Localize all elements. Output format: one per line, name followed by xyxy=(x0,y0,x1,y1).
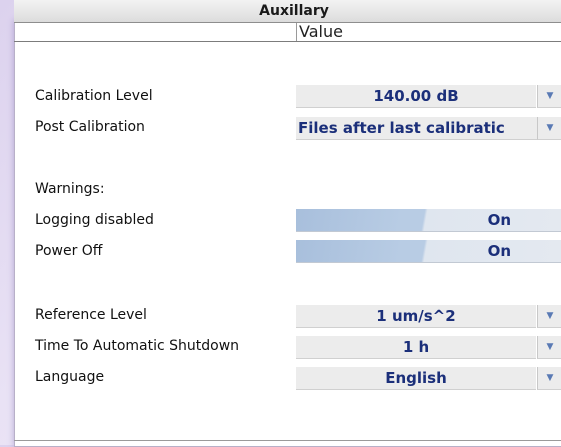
power-off-label: Power Off xyxy=(35,243,103,259)
chevron-down-icon[interactable]: ▼ xyxy=(537,85,561,108)
logging-disabled-label: Logging disabled xyxy=(35,212,154,228)
calibration-level-select[interactable]: 140.00 dB xyxy=(296,85,536,108)
chevron-down-icon[interactable]: ▼ xyxy=(537,336,561,359)
language-select[interactable]: English xyxy=(296,367,536,390)
reference-level-select[interactable]: 1 um/s^2 xyxy=(296,305,536,328)
chevron-down-icon[interactable]: ▼ xyxy=(537,367,561,390)
panel-bottom-border xyxy=(14,440,561,441)
panel-title: Auxillary xyxy=(14,0,561,23)
logging-disabled-toggle[interactable]: On xyxy=(296,209,561,232)
post-calibration-label: Post Calibration xyxy=(35,119,145,135)
time-to-shutdown-label: Time To Automatic Shutdown xyxy=(35,338,240,354)
chevron-down-icon[interactable]: ▼ xyxy=(537,117,561,140)
post-calibration-select[interactable]: Files after last calibratic xyxy=(296,117,538,140)
time-to-shutdown-select[interactable]: 1 h xyxy=(296,336,536,359)
reference-level-label: Reference Level xyxy=(35,307,147,323)
power-off-value: On xyxy=(487,242,511,260)
language-label: Language xyxy=(35,369,105,385)
calibration-level-label: Calibration Level xyxy=(35,88,153,104)
value-column-header: Value xyxy=(296,23,561,41)
warnings-heading: Warnings: xyxy=(35,181,105,197)
chevron-down-icon[interactable]: ▼ xyxy=(537,305,561,328)
logging-disabled-value: On xyxy=(487,211,511,229)
header-divider xyxy=(14,41,561,42)
power-off-toggle[interactable]: On xyxy=(296,240,561,263)
